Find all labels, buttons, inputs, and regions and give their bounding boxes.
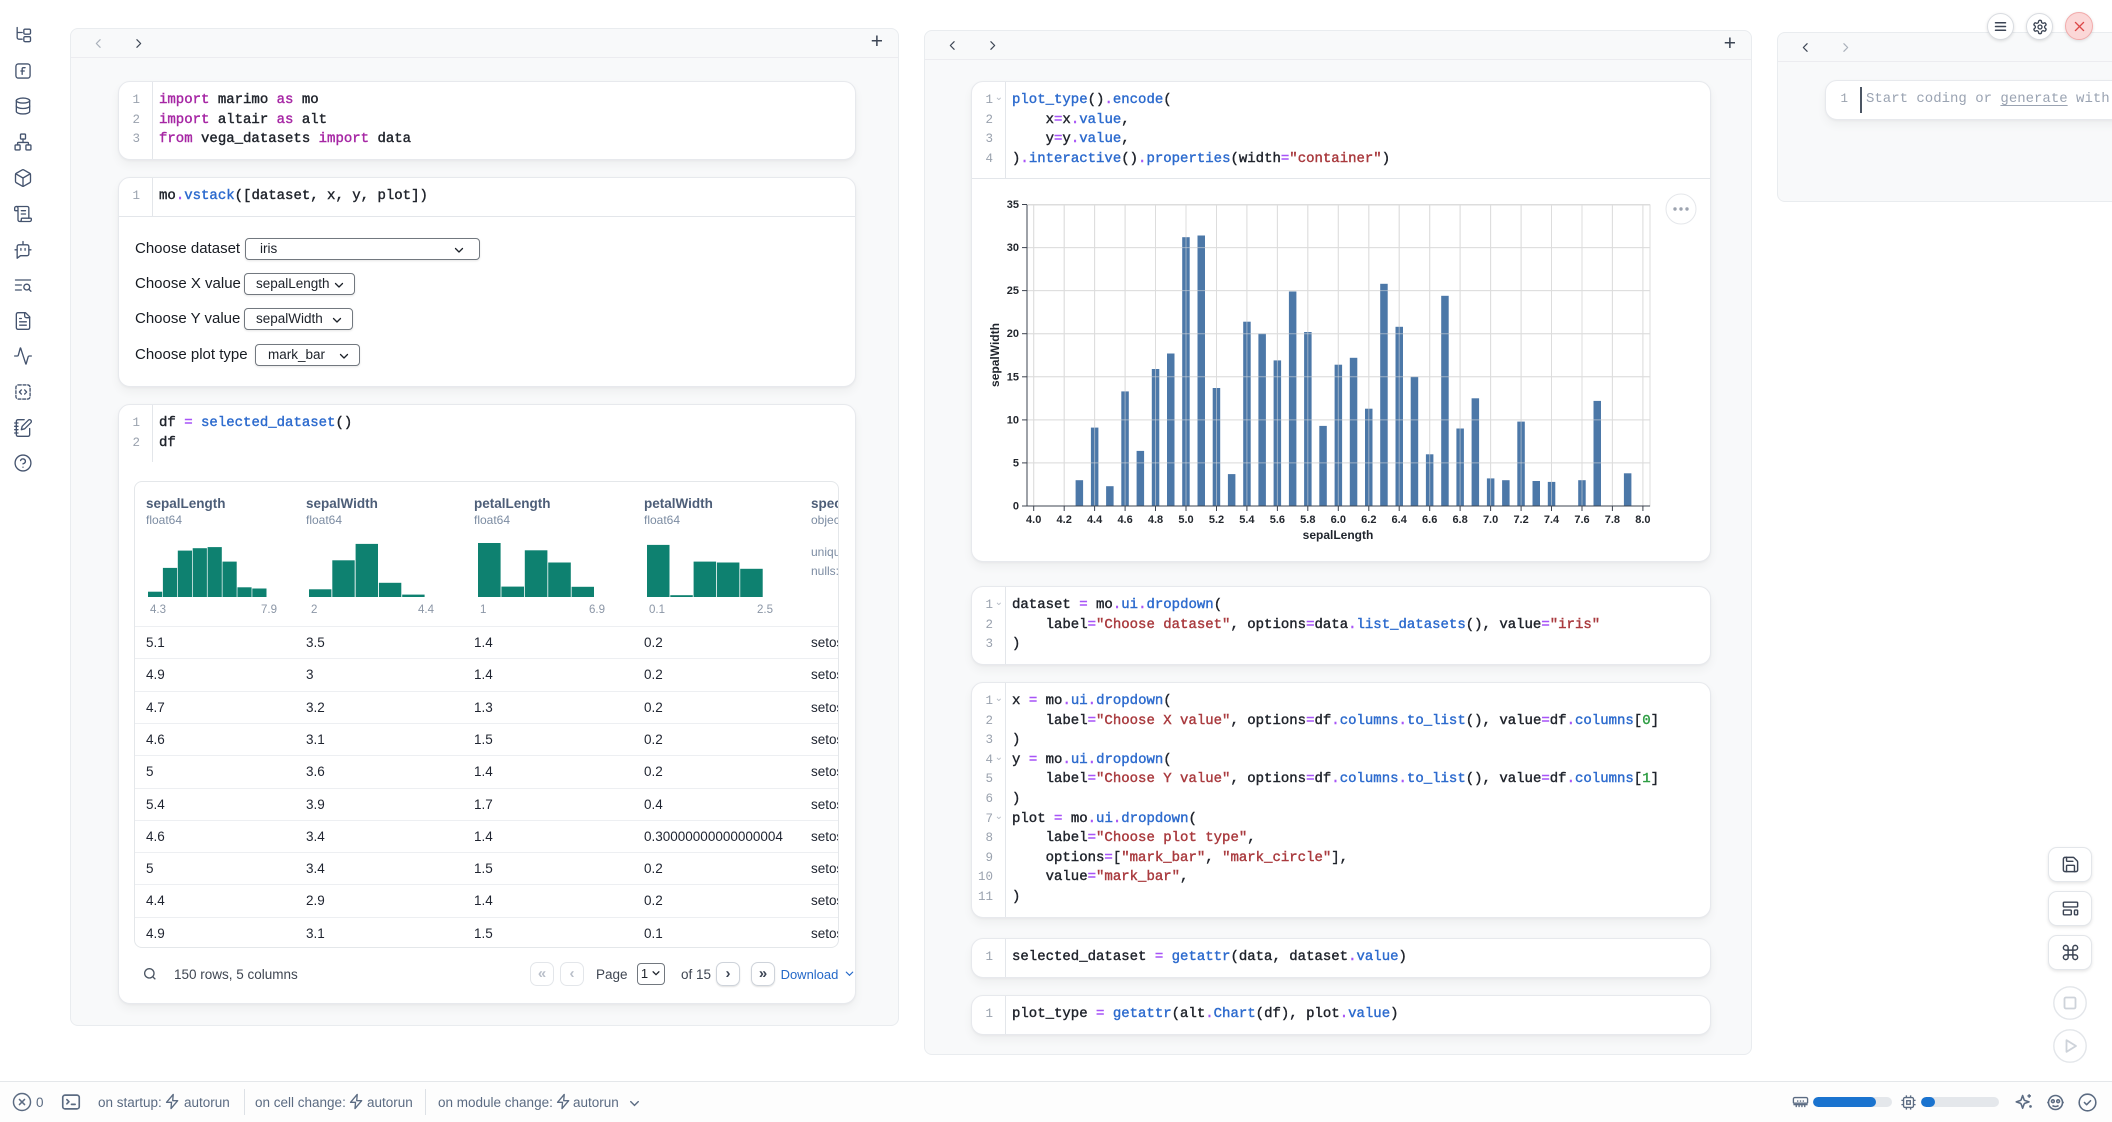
svg-text:4.4: 4.4 — [1087, 514, 1103, 526]
svg-text:7.4: 7.4 — [1544, 514, 1560, 526]
svg-text:6.4: 6.4 — [1392, 514, 1408, 526]
svg-text:4.8: 4.8 — [1148, 514, 1163, 526]
svg-text:7.0: 7.0 — [1483, 514, 1498, 526]
svg-text:6.2: 6.2 — [1361, 514, 1376, 526]
svg-text:10: 10 — [1007, 415, 1019, 427]
svg-text:6.6: 6.6 — [1422, 514, 1437, 526]
svg-text:5.0: 5.0 — [1178, 514, 1193, 526]
svg-text:30: 30 — [1007, 242, 1019, 254]
svg-text:7.8: 7.8 — [1605, 514, 1620, 526]
svg-text:25: 25 — [1007, 285, 1019, 297]
svg-text:5.6: 5.6 — [1270, 514, 1285, 526]
svg-text:5.4: 5.4 — [1239, 514, 1255, 526]
svg-text:6.0: 6.0 — [1331, 514, 1346, 526]
svg-text:4.6: 4.6 — [1117, 514, 1132, 526]
svg-text:8.0: 8.0 — [1635, 514, 1650, 526]
svg-text:sepalWidth: sepalWidth — [988, 323, 1002, 387]
svg-text:4.2: 4.2 — [1057, 514, 1072, 526]
svg-text:5.2: 5.2 — [1209, 514, 1224, 526]
svg-text:sepalLength: sepalLength — [1303, 528, 1374, 542]
svg-text:0: 0 — [1013, 501, 1019, 513]
svg-text:5.8: 5.8 — [1300, 514, 1315, 526]
svg-text:20: 20 — [1007, 329, 1019, 341]
svg-text:15: 15 — [1007, 372, 1019, 384]
svg-text:4.0: 4.0 — [1026, 514, 1041, 526]
svg-text:5: 5 — [1013, 458, 1019, 470]
svg-text:35: 35 — [1007, 199, 1019, 211]
svg-text:6.8: 6.8 — [1452, 514, 1467, 526]
svg-text:7.6: 7.6 — [1574, 514, 1589, 526]
svg-text:7.2: 7.2 — [1513, 514, 1528, 526]
